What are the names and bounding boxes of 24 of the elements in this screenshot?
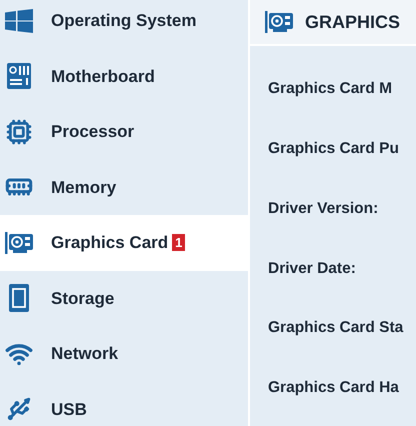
property-label: Driver Date: (268, 258, 356, 279)
sidebar-item-label: Storage (51, 288, 114, 310)
sidebar-item-label: Graphics Card (51, 232, 168, 254)
graphics-card-icon (265, 11, 293, 33)
callout-badge: 1 (172, 234, 186, 252)
graphics-card-icon (5, 232, 33, 254)
sidebar-item[interactable]: Graphics Card 1 (0, 215, 248, 270)
sidebar-item-label: Network (51, 343, 118, 365)
property-label: Driver Version: (268, 198, 378, 219)
motherboard-icon (7, 63, 31, 90)
panel-title: GRAPHICS (305, 10, 400, 34)
property-label: Graphics Card Pu (268, 139, 399, 160)
sidebar-item-label: Processor (51, 121, 134, 143)
sidebar-item-label: Memory (51, 176, 116, 198)
sidebar-item-label: Motherboard (51, 66, 155, 88)
processor-icon (6, 118, 32, 145)
sidebar-item-label: USB (51, 398, 87, 420)
property-label: Graphics Card M (268, 79, 392, 100)
property-label: Graphics Card Sta (268, 318, 404, 338)
storage-drive-icon (9, 284, 29, 312)
property-label: Graphics Card Ha (268, 378, 399, 398)
usb-icon (6, 396, 32, 422)
sidebar-item-label: Operating System (51, 10, 196, 32)
windows-logo-icon (5, 8, 33, 33)
